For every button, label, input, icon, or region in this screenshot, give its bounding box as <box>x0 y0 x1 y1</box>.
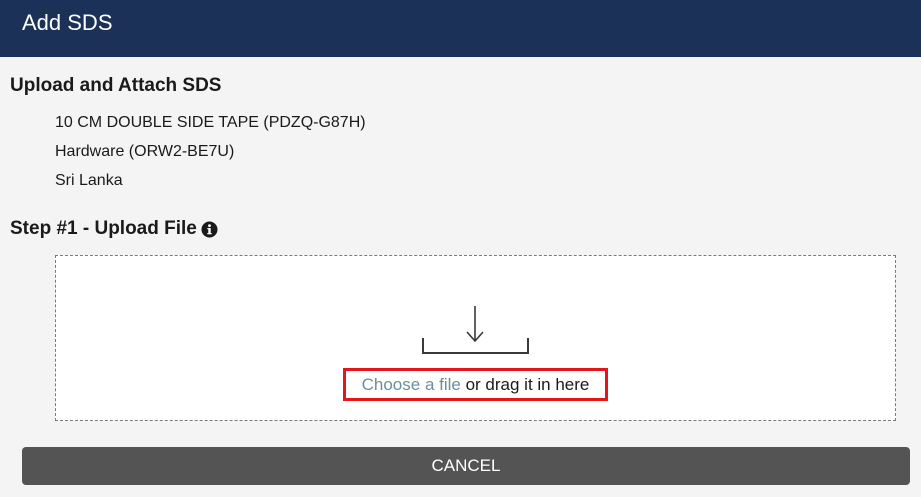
step-title-label: Step #1 - Upload File <box>10 218 197 239</box>
upload-prompt: Choose a file or drag it in here <box>343 368 608 401</box>
product-country: Sri Lanka <box>55 172 123 189</box>
product-category: Hardware (ORW2-BE7U) <box>55 143 235 160</box>
section-heading: Upload and Attach SDS <box>10 75 222 96</box>
cancel-button[interactable]: CANCEL <box>22 447 910 485</box>
download-tray-icon <box>422 306 529 354</box>
dialog-header: Add SDS <box>0 0 921 57</box>
drag-hint-text: or drag it in here <box>460 375 590 394</box>
file-dropzone[interactable]: Choose a file or drag it in here <box>55 255 896 421</box>
info-circle-icon[interactable] <box>201 221 218 238</box>
step-title: Step #1 - Upload File <box>10 218 218 240</box>
product-name: 10 CM DOUBLE SIDE TAPE (PDZQ-G87H) <box>55 114 366 131</box>
choose-file-link[interactable]: Choose a file <box>362 375 461 394</box>
dialog-title: Add SDS <box>22 10 113 35</box>
